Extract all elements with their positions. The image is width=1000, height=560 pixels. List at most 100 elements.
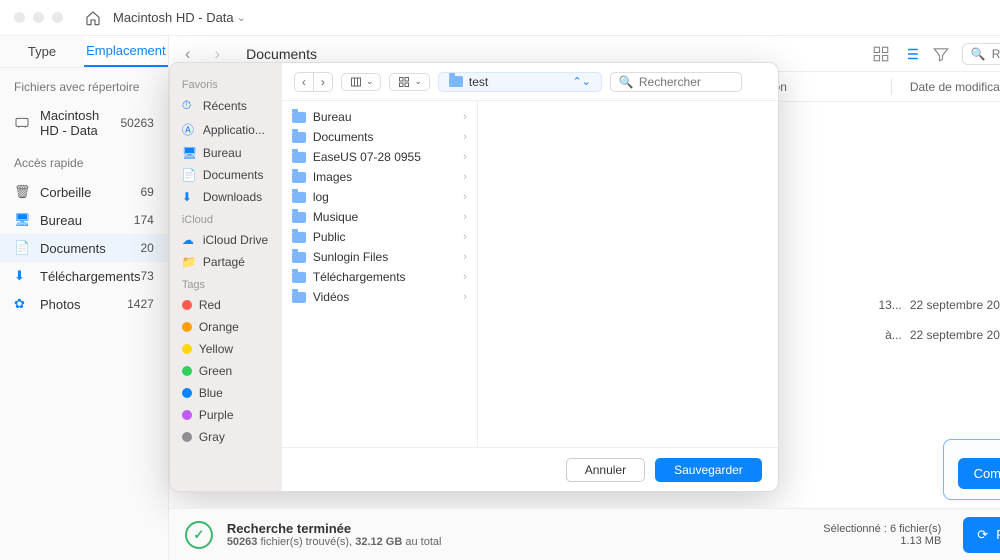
dialog-folder-item[interactable]: Documents› — [282, 127, 477, 147]
fav-icon: ⬇ — [182, 190, 196, 204]
table-row[interactable]: à...22 septembre 2022 à 3:... — [860, 322, 1000, 348]
chevron-right-icon: › — [463, 171, 467, 183]
chevron-right-icon: › — [463, 191, 467, 203]
dialog-folder-item[interactable]: Bureau› — [282, 107, 477, 127]
dialog-folder-item[interactable]: Sunlogin Files› — [282, 247, 477, 267]
dialog-path-selector[interactable]: test ⌃⌄ — [438, 72, 602, 92]
dialog-icloud-item[interactable]: 📁Partagé — [170, 251, 282, 273]
sidebar-item-label: Téléchargements — [40, 269, 140, 284]
chevron-down-icon[interactable]: ⌄ — [237, 11, 246, 24]
fav-icon: 📄 — [182, 168, 196, 182]
dialog-folder-item[interactable]: Images › — [282, 167, 477, 187]
sidebar-item-corbeille[interactable]: 🗑Corbeille69 — [0, 178, 168, 206]
dialog-folder-item[interactable]: log› — [282, 187, 477, 207]
fav-label: Récents — [203, 99, 247, 113]
dialog-folder-item[interactable]: Téléchargements› — [282, 267, 477, 287]
tag-dot-icon — [182, 388, 192, 398]
grid-view-icon[interactable] — [872, 45, 890, 63]
table-row[interactable]: 13...22 septembre 2022 à 4:... — [860, 292, 1000, 318]
row-created-tail: 13... — [878, 298, 910, 312]
dialog-group-icloud: iCloud — [170, 208, 282, 229]
location-label[interactable]: Macintosh HD - Data — [113, 10, 234, 25]
sidebar-item-label: Photos — [40, 297, 80, 312]
traffic-lights[interactable] — [14, 12, 63, 23]
how-to-button[interactable]: Comment faire — [958, 458, 1000, 489]
dialog-search-field[interactable] — [639, 75, 733, 89]
folder-icon — [292, 272, 306, 283]
dialog-nav-buttons[interactable]: ‹› — [294, 72, 333, 92]
tag-label: Red — [199, 298, 221, 312]
sidebar-item-count: 1427 — [127, 297, 154, 311]
chevron-right-icon: › — [463, 131, 467, 143]
sidebar-item-photos[interactable]: ✿Photos1427 — [0, 290, 168, 318]
success-icon: ✓ — [185, 521, 213, 549]
search-field[interactable] — [992, 47, 1000, 61]
tag-dot-icon — [182, 322, 192, 332]
nav-icon: 🖥 — [14, 212, 30, 228]
tab-location[interactable]: Emplacement — [84, 36, 168, 67]
dialog-view-columns[interactable]: ⌄ — [341, 73, 382, 91]
sidebar-heading-quick: Accès rapide — [0, 144, 168, 178]
chevron-right-icon: › — [463, 251, 467, 263]
row-modified: 22 septembre 2022 à 3:... — [910, 328, 1000, 342]
sidebar-item-téléchargements[interactable]: ⬇Téléchargements73 — [0, 262, 168, 290]
sidebar-item-volume[interactable]: Macintosh HD - Data 50263 — [0, 102, 168, 144]
status-title: Recherche terminée — [227, 521, 809, 536]
save-dialog: Favoris ⏱RécentsⒶApplicatio...🖥Bureau📄Do… — [169, 62, 779, 492]
icloud-icon: ☁ — [182, 233, 196, 247]
dialog-folder-item[interactable]: EaseUS 07-28 0955› — [282, 147, 477, 167]
tag-dot-icon — [182, 366, 192, 376]
dialog-search-input[interactable]: 🔍 — [610, 72, 742, 92]
fav-label: Bureau — [203, 146, 242, 160]
nav-icon: 🗑 — [14, 184, 30, 200]
search-input[interactable]: 🔍 — [962, 43, 1000, 65]
dialog-tag-item[interactable]: Purple — [170, 404, 282, 426]
sidebar-item-bureau[interactable]: 🖥Bureau174 — [0, 206, 168, 234]
folder-icon — [292, 232, 306, 243]
dialog-tag-item[interactable]: Green — [170, 360, 282, 382]
recover-button[interactable]: ⟳ Récupérer — [963, 517, 1000, 553]
dialog-icloud-item[interactable]: ☁iCloud Drive — [170, 229, 282, 251]
dialog-folder-item[interactable]: Public › — [282, 227, 477, 247]
tag-label: Gray — [199, 430, 225, 444]
filter-icon[interactable] — [932, 45, 950, 63]
fav-label: Downloads — [203, 190, 262, 204]
dialog-fav-item[interactable]: ⬇ Downloads — [170, 186, 282, 208]
dialog-folder-item[interactable]: Musique› — [282, 207, 477, 227]
dialog-tag-item[interactable]: Yellow — [170, 338, 282, 360]
dialog-view-group[interactable]: ⌄ — [389, 73, 430, 91]
col-modified[interactable]: Date de modification — [910, 80, 1000, 94]
tag-dot-icon — [182, 410, 192, 420]
chevron-right-icon: › — [463, 291, 467, 303]
dialog-folder-column: Bureau›Documents›EaseUS 07-28 0955›Image… — [282, 101, 478, 447]
folder-icon — [292, 112, 306, 123]
dialog-tag-item[interactable]: Red — [170, 294, 282, 316]
refresh-icon: ⟳ — [977, 527, 988, 543]
tab-type[interactable]: Type — [0, 36, 84, 67]
dialog-fav-item[interactable]: ⏱Récents — [170, 94, 282, 117]
dialog-fav-item[interactable]: 📄 Documents — [170, 164, 282, 186]
save-button[interactable]: Sauvegarder — [655, 458, 762, 482]
folder-icon — [292, 252, 306, 263]
sidebar-item-count: 20 — [140, 241, 153, 255]
status-bar: ✓ Recherche terminée 50263 fichier(s) tr… — [169, 508, 1000, 560]
dialog-preview-column — [478, 101, 778, 447]
dialog-tag-item[interactable]: Orange — [170, 316, 282, 338]
chevron-right-icon: › — [463, 231, 467, 243]
dialog-tag-item[interactable]: Gray — [170, 426, 282, 448]
folder-label: Images — [313, 170, 352, 184]
dialog-fav-item[interactable]: ⒶApplicatio... — [170, 117, 282, 142]
status-detail: 50263 fichier(s) trouvé(s), 32.12 GB au … — [227, 536, 809, 548]
folder-label: Public — [313, 230, 346, 244]
dialog-folder-item[interactable]: Vidéos › — [282, 287, 477, 307]
folder-label: Vidéos — [313, 290, 349, 304]
cancel-button[interactable]: Annuler — [566, 458, 645, 482]
search-icon: 🔍 — [619, 75, 634, 89]
dialog-fav-item[interactable]: 🖥Bureau — [170, 142, 282, 164]
list-view-icon[interactable] — [902, 45, 920, 63]
dialog-group-tags: Tags — [170, 273, 282, 294]
dialog-tag-item[interactable]: Blue — [170, 382, 282, 404]
sidebar-item-documents[interactable]: 📄Documents20 — [0, 234, 168, 262]
selection-count: Sélectionné : 6 fichier(s) — [823, 523, 941, 535]
fav-label: Documents — [203, 168, 264, 182]
